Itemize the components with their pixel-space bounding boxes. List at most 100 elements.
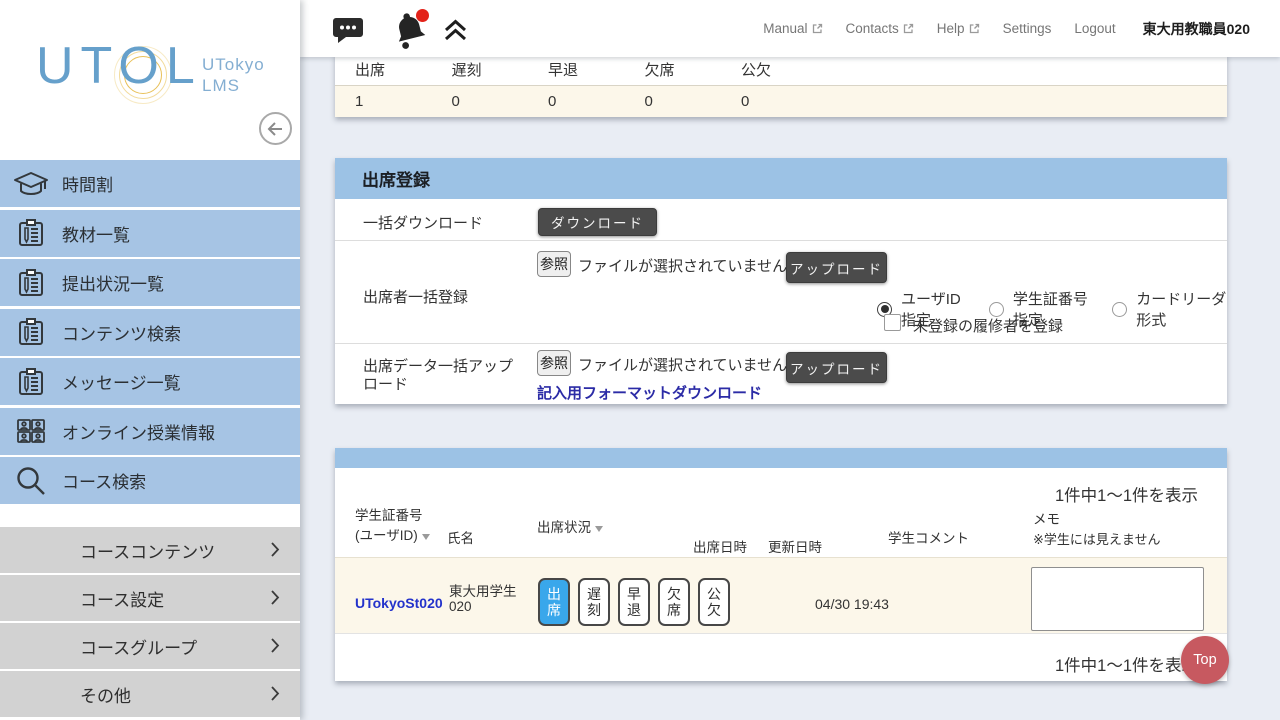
summary-col-early: 早退	[528, 59, 625, 80]
sidebar-item-label: コースコンテンツ	[80, 538, 215, 563]
status-button-attend[interactable]: 出席	[538, 578, 570, 626]
divider	[335, 343, 1227, 344]
section-title: 出席登録	[335, 158, 1227, 199]
checkbox-label: 未登録の履修者を登録	[913, 315, 1063, 336]
settings-link[interactable]: Settings	[1003, 21, 1052, 36]
notification-badge	[416, 9, 429, 22]
no-file-selected-text: ファイルが選択されていません。	[578, 255, 802, 276]
summary-col-absent: 欠席	[625, 59, 722, 80]
radio-label: カードリーダ形式	[1136, 288, 1227, 330]
clipboard-pencil-icon	[0, 367, 62, 397]
memo-textarea[interactable]	[1031, 567, 1204, 631]
summary-value: 0	[528, 93, 625, 110]
summary-header-row: 出席 遅刻 早退 欠席 公欠	[335, 53, 1227, 86]
sidebar-item-label: 教材一覧	[62, 221, 130, 246]
logo-subtitle: UTokyo LMS	[202, 54, 265, 96]
data-bulk-upload-label: 出席データ一括アップロード	[363, 358, 518, 394]
attendance-summary-table: 出席 遅刻 早退 欠席 公欠 1 0 0 0 0	[335, 53, 1227, 117]
sidebar-item-others[interactable]: その他	[0, 671, 300, 717]
sidebar-item-label: その他	[80, 682, 131, 707]
record-count-top: 1件中1〜1件を表示	[1055, 482, 1198, 506]
sidebar-item-label: メッセージ一覧	[62, 369, 181, 394]
sidebar-item-course-search[interactable]: コース検索	[0, 457, 300, 504]
status-button-late[interactable]: 遅刻	[578, 578, 610, 626]
sidebar-item-course-contents[interactable]: コースコンテンツ	[0, 527, 300, 573]
status-button-excused[interactable]: 公欠	[698, 578, 730, 626]
radio-card-reader[interactable]	[1112, 302, 1127, 317]
sidebar-item-label: コース検索	[62, 468, 146, 493]
summary-value: 0	[721, 93, 818, 110]
sidebar: UTOL UTokyo LMS 時間割 教材一覧 提出状況一覧	[0, 0, 300, 720]
sidebar-item-materials[interactable]: 教材一覧	[0, 210, 300, 257]
sidebar-item-label: 時間割	[62, 171, 113, 196]
clipboard-pencil-icon	[0, 268, 62, 298]
sidebar-item-online-class[interactable]: オンライン授業情報	[0, 408, 300, 455]
column-student-comment: 学生コメント	[888, 529, 969, 549]
sidebar-item-messages[interactable]: メッセージ一覧	[0, 358, 300, 405]
sidebar-item-content-search[interactable]: コンテンツ検索	[0, 309, 300, 356]
collapse-header-icon[interactable]	[443, 19, 468, 42]
notification-bell-icon[interactable]	[392, 11, 428, 49]
sidebar-collapse-button[interactable]	[259, 112, 292, 145]
column-name: 氏名	[447, 529, 474, 549]
attend-time-value: 04/30 19:43	[815, 596, 889, 612]
online-class-icon	[0, 417, 62, 445]
upload-button[interactable]: アップロード	[786, 352, 887, 383]
status-button-absent[interactable]: 欠席	[658, 578, 690, 626]
summary-col-attend: 出席	[335, 59, 432, 80]
sidebar-item-label: コンテンツ検索	[62, 320, 181, 345]
logout-link[interactable]: Logout	[1074, 21, 1115, 36]
sort-icon[interactable]	[422, 534, 430, 540]
manual-link[interactable]: Manual	[763, 21, 822, 36]
sidebar-item-label: オンライン授業情報	[62, 419, 215, 444]
status-button-group: 出席 遅刻 早退 欠席 公欠	[538, 578, 730, 626]
sidebar-main-menu: 時間割 教材一覧 提出状況一覧 コンテンツ検索 メッセージ一覧	[0, 160, 300, 507]
attendee-bulk-label: 出席者一括登録	[363, 286, 468, 307]
summary-value: 0	[432, 93, 529, 110]
external-link-icon	[812, 23, 823, 34]
summary-col-excused: 公欠	[721, 59, 818, 80]
header-nav-links: Manual Contacts Help Settings Logout 東大用…	[763, 0, 1250, 57]
summary-col-late: 遅刻	[432, 59, 529, 80]
column-update-time: 更新日時	[768, 538, 822, 558]
column-memo: メモ ※学生には見えません	[1033, 510, 1161, 550]
memo-note: ※学生には見えません	[1033, 530, 1161, 550]
summary-value-row: 1 0 0 0 0	[335, 86, 1227, 117]
records-footer-row: 1件中1〜1件を表示	[335, 633, 1227, 681]
column-status[interactable]: 出席状況	[537, 518, 603, 538]
external-link-icon	[903, 23, 914, 34]
student-id-link[interactable]: UTokyoSt020	[355, 595, 443, 611]
scroll-to-top-button[interactable]: Top	[1181, 636, 1229, 684]
chevron-right-icon	[270, 589, 280, 606]
sidebar-item-course-group[interactable]: コースグループ	[0, 623, 300, 669]
status-button-early[interactable]: 早退	[618, 578, 650, 626]
sidebar-item-timetable[interactable]: 時間割	[0, 160, 300, 207]
mortarboard-icon	[0, 171, 62, 197]
utol-logo: UTOL UTokyo LMS	[36, 38, 276, 110]
bulk-download-label: 一括ダウンロード	[363, 212, 483, 233]
download-button[interactable]: ダウンロード	[538, 208, 657, 236]
sidebar-item-submissions[interactable]: 提出状況一覧	[0, 259, 300, 306]
chevron-right-icon	[270, 685, 280, 702]
register-unenrolled-checkbox[interactable]	[884, 314, 901, 331]
sidebar-item-label: 提出状況一覧	[62, 270, 164, 295]
browse-file-button[interactable]: 参照	[537, 350, 571, 376]
browse-file-button[interactable]: 参照	[537, 251, 571, 277]
sidebar-item-course-settings[interactable]: コース設定	[0, 575, 300, 621]
column-attend-time: 出席日時	[693, 538, 747, 558]
sort-icon[interactable]	[595, 526, 603, 532]
logo-title: UTOL	[36, 40, 202, 92]
search-icon	[0, 465, 62, 497]
contacts-link[interactable]: Contacts	[846, 21, 914, 36]
help-link[interactable]: Help	[937, 21, 980, 36]
arrow-left-icon	[267, 122, 284, 136]
attendance-records-section: 1件中1〜1件を表示 学生証番号 (ユーザID) 氏名 出席状況 出席日時 更新…	[335, 448, 1227, 681]
chat-icon[interactable]	[333, 17, 363, 44]
record-count-bottom: 1件中1〜1件を表示	[1055, 652, 1198, 676]
current-user-name: 東大用教職員020	[1143, 19, 1250, 39]
column-student-id[interactable]: 学生証番号 (ユーザID)	[355, 506, 430, 546]
external-link-icon	[969, 23, 980, 34]
format-download-link[interactable]: 記入用フォーマットダウンロード	[537, 382, 762, 403]
records-header-bar	[335, 448, 1227, 468]
upload-button[interactable]: アップロード	[786, 252, 887, 283]
